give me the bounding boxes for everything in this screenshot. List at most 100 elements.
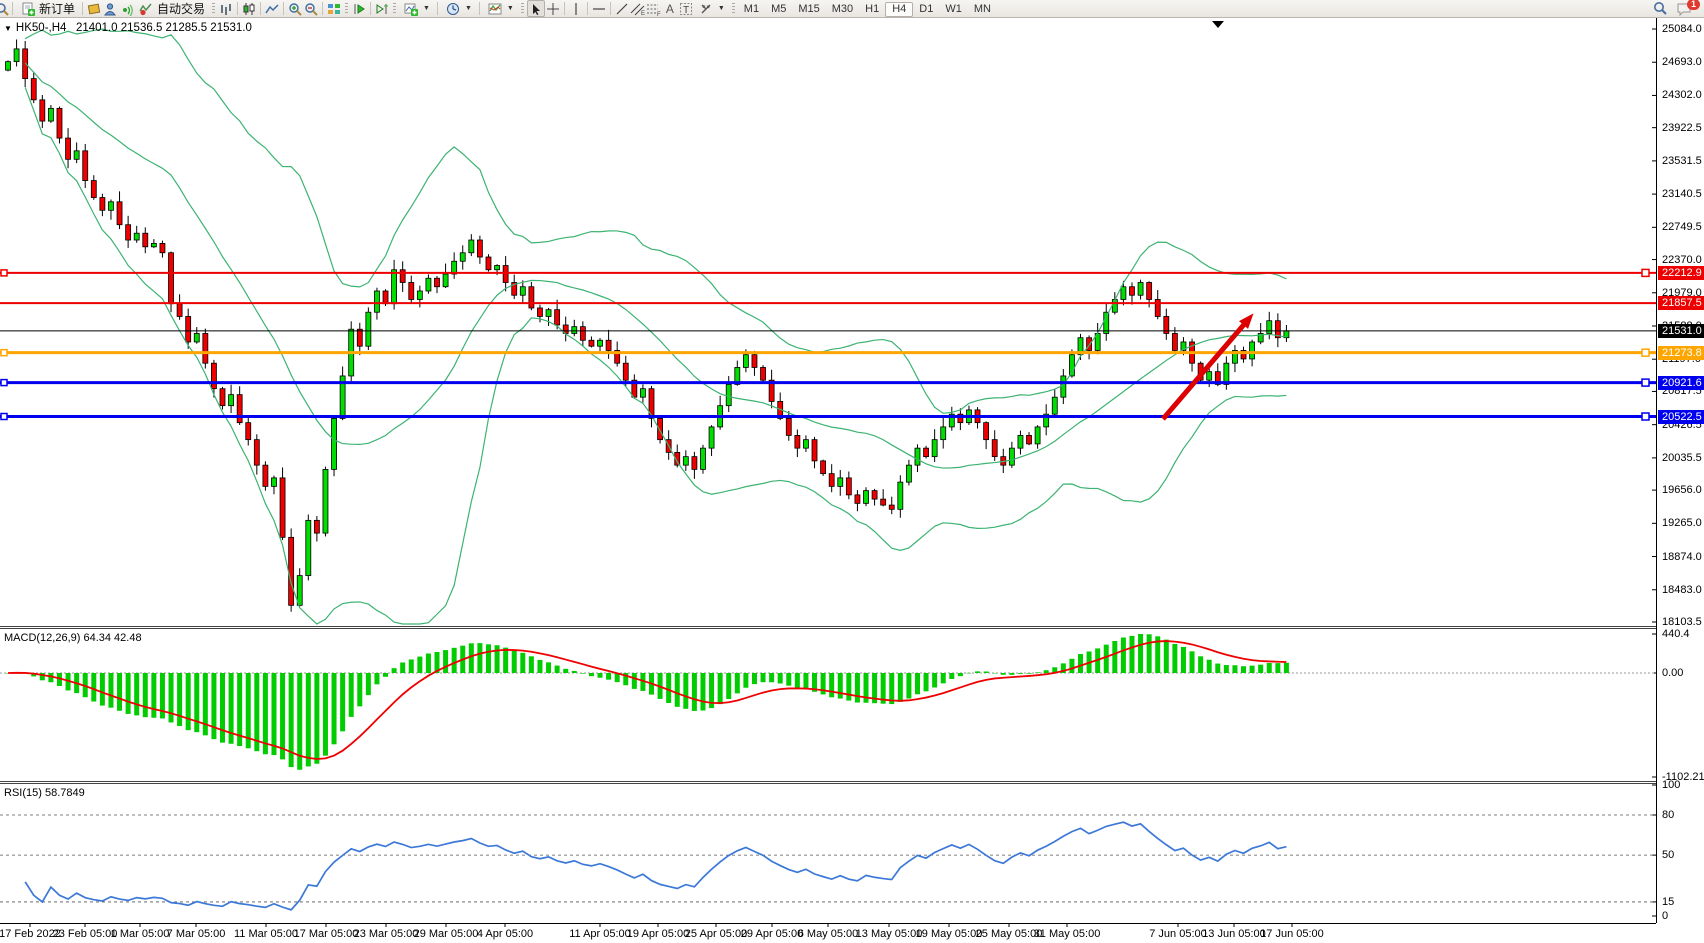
trend-arrow[interactable] (1163, 313, 1254, 419)
macd-axis-label: 440.4 (1662, 628, 1704, 641)
terminal-window: 新订单 自动交易 ▼ ▼ ▼ (0, 0, 1704, 943)
level-price-tag: 22212.9 (1658, 266, 1704, 280)
timeframe-m15[interactable]: M15 (792, 2, 825, 17)
svg-text:T: T (683, 5, 689, 16)
period-dropdown[interactable]: ▼ (441, 1, 476, 17)
time-axis-label: 23 Feb 05:00 (53, 928, 118, 940)
main-toolbar: 新订单 自动交易 ▼ ▼ ▼ (0, 0, 1704, 18)
dropdown-arrow-icon: ▼ (423, 5, 430, 12)
separator (283, 2, 284, 15)
toolbar-grip (732, 3, 735, 15)
macd-histogram (0, 634, 1656, 770)
timeframe-mn[interactable]: MN (968, 2, 997, 17)
dropdown-arrow-icon: ▼ (507, 5, 514, 12)
text-tool-icon[interactable]: A (662, 1, 678, 16)
autotrade-label: 自动交易 (157, 0, 205, 17)
vertical-line-tool-icon[interactable] (568, 1, 584, 16)
new-chart-icon (403, 1, 419, 16)
price-axis-label: 19265.0 (1662, 517, 1704, 530)
auto-scroll-icon[interactable] (351, 1, 367, 16)
time-axis-label: 17 Mar 05:00 (294, 928, 359, 940)
timeframe-h1[interactable]: H1 (859, 2, 885, 17)
crosshair-tool-icon[interactable] (545, 1, 561, 16)
separator (237, 2, 238, 15)
horizontal-line-tool-icon[interactable] (591, 1, 607, 16)
timeframe-m5[interactable]: M5 (765, 2, 792, 17)
chart-shift-marker[interactable] (1212, 21, 1224, 28)
indicator-icon (487, 1, 503, 16)
chart-canvas[interactable] (0, 18, 1704, 943)
text-label-tool-icon[interactable]: T (678, 1, 694, 16)
notification-badge: 1 (1687, 0, 1700, 10)
account-icon[interactable] (102, 1, 118, 16)
candlestick-mode-icon[interactable] (241, 1, 257, 16)
level-price-tag: 21857.5 (1658, 296, 1704, 310)
new-order-icon (20, 1, 36, 16)
tile-windows-icon[interactable] (326, 1, 342, 16)
separator (370, 2, 371, 15)
price-axis-label: 18874.0 (1662, 551, 1704, 564)
expert-cube-icon[interactable] (86, 1, 102, 16)
time-axis-label: 19 May 05:00 (916, 928, 983, 940)
zoom-in-icon[interactable] (287, 1, 303, 16)
separator (564, 2, 565, 15)
level-price-tag: 21531.0 (1658, 324, 1704, 338)
price-axis-label: 23140.5 (1662, 188, 1704, 201)
level-lines[interactable] (0, 269, 1656, 420)
timeframe-h4[interactable]: H4 (885, 2, 913, 17)
time-axis-label: 13 Jun 05:00 (1202, 928, 1266, 940)
svg-text:E: E (641, 11, 645, 16)
arrows-tool-dropdown[interactable]: ▼ (694, 1, 729, 17)
channel-tool-icon[interactable]: E (630, 1, 646, 16)
level-price-tag: 20921.6 (1658, 376, 1704, 390)
rsi-indicator-label: RSI(15) 58.7849 (4, 787, 85, 799)
price-axis-label: 22370.0 (1662, 254, 1704, 267)
chart-search-icon[interactable] (0, 1, 9, 16)
trendline-tool-icon[interactable] (614, 1, 630, 16)
time-axis-label: 1 Mar 05:00 (111, 928, 170, 940)
timeframe-m1[interactable]: M1 (738, 2, 765, 17)
separator (82, 2, 83, 15)
price-axis-label: 19656.0 (1662, 484, 1704, 497)
rsi-axis-label: 100 (1662, 779, 1704, 792)
autotrade-icon (138, 1, 154, 16)
separator (610, 2, 611, 15)
chart-shift-icon[interactable] (374, 1, 390, 16)
chart-menu-arrow-icon[interactable]: ▼ (4, 24, 12, 33)
signal-icon[interactable] (118, 1, 134, 16)
line-chart-mode-icon[interactable] (264, 1, 280, 16)
rsi-axis-label: 0 (1662, 910, 1704, 923)
separator (587, 2, 588, 15)
timeframe-toolbar: M1M5M15M30H1H4D1W1MN (738, 1, 997, 17)
timeframe-m30[interactable]: M30 (826, 2, 859, 17)
arrows-tool-icon (698, 1, 714, 16)
time-axis-label: 25 Apr 05:00 (685, 928, 747, 940)
timeframe-d1[interactable]: D1 (913, 2, 939, 17)
new-order-button[interactable]: 新订单 (16, 1, 79, 17)
time-axis-label: 4 Apr 05:00 (477, 928, 533, 940)
time-axis-label: 19 Apr 05:00 (627, 928, 689, 940)
time-axis-label: 13 May 05:00 (856, 928, 923, 940)
indicators-dropdown[interactable]: ▼ (483, 1, 518, 17)
toolbar-grip (393, 3, 396, 15)
cursor-tool-icon[interactable] (527, 0, 545, 17)
rsi-axis-label: 80 (1662, 809, 1704, 822)
time-axis-label: 7 Mar 05:00 (167, 928, 226, 940)
price-axis-label: 24693.0 (1662, 56, 1704, 69)
timeframe-w1[interactable]: W1 (939, 2, 968, 17)
candles (6, 39, 1289, 611)
time-axis-label: 11 Mar 05:00 (234, 928, 298, 940)
new-chart-dropdown[interactable]: ▼ (399, 1, 434, 17)
toolbar-grip (521, 3, 524, 15)
zoom-out-icon[interactable] (303, 1, 319, 16)
search-icon[interactable] (1652, 1, 1668, 16)
clock-icon (445, 1, 461, 16)
separator (437, 2, 438, 15)
macd-signal-line (8, 641, 1286, 759)
bar-chart-mode-icon[interactable] (218, 1, 234, 16)
autotrade-button[interactable]: 自动交易 (134, 1, 209, 17)
time-axis-label: 25 May 05:00 (976, 928, 1043, 940)
fibonacci-tool-icon[interactable]: F (646, 1, 662, 16)
rsi-panel (0, 815, 1656, 910)
chart-window[interactable]: ▼ HK50-,H4 21401.0 21536.5 21285.5 21531… (0, 18, 1704, 943)
